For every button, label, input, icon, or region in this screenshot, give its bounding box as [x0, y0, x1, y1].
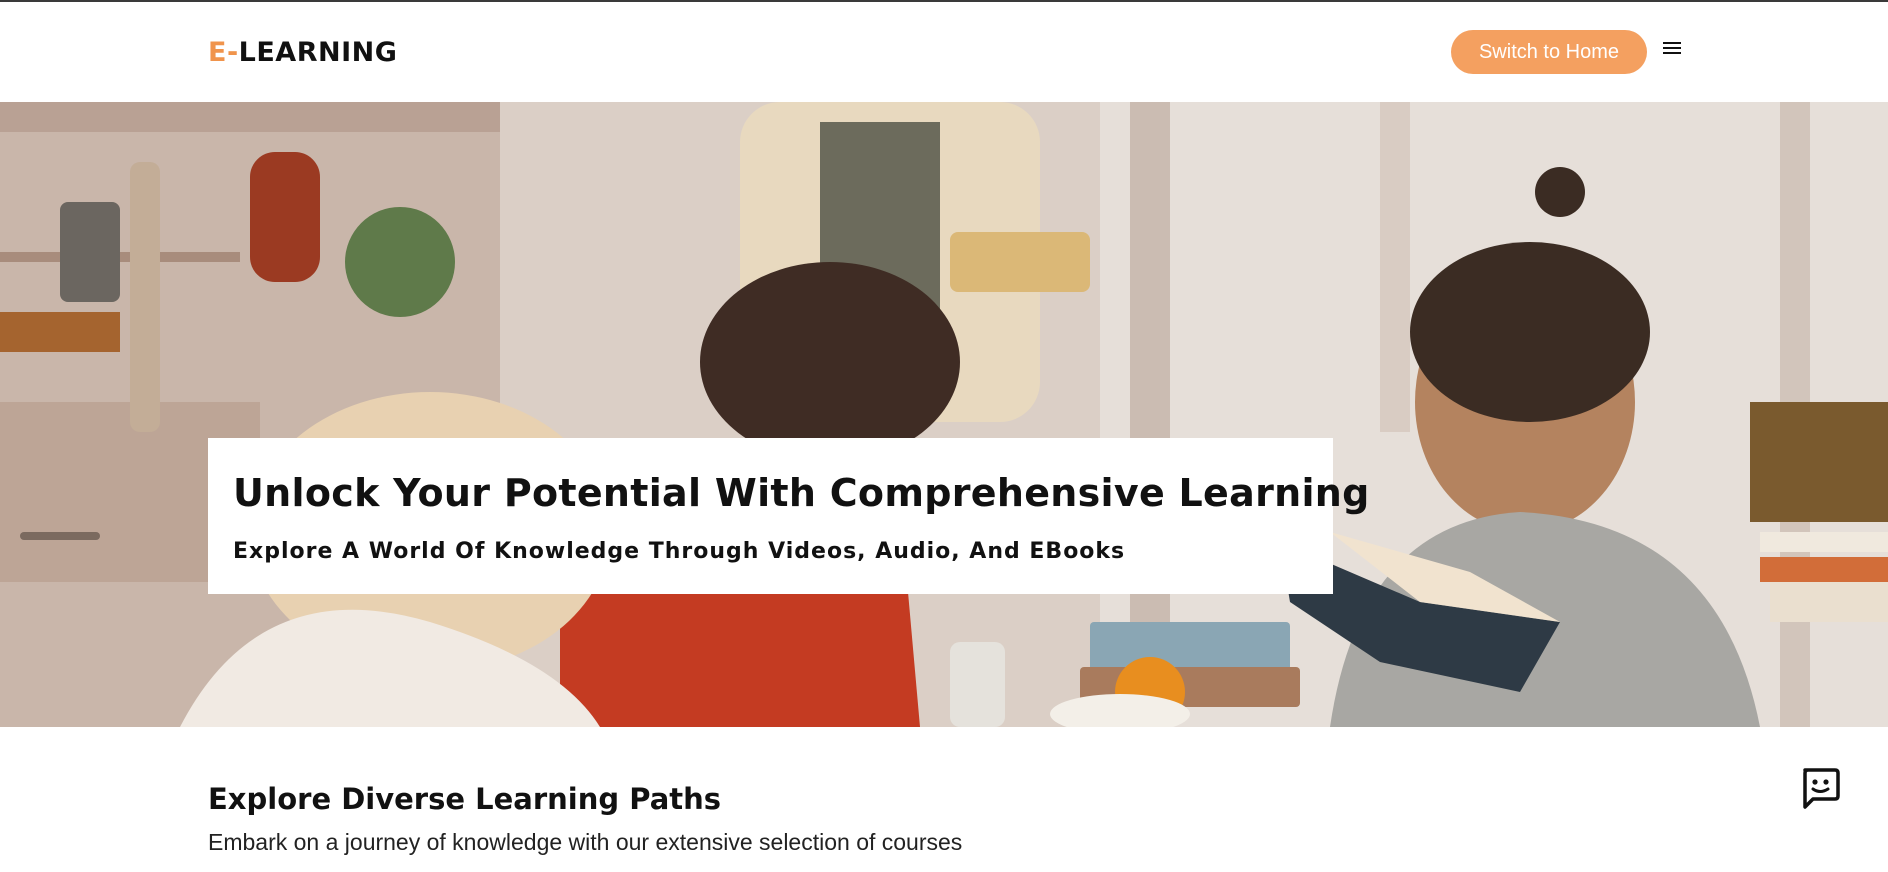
hamburger-menu-icon[interactable]: [1663, 42, 1681, 58]
section-title: Explore Diverse Learning Paths: [208, 782, 722, 816]
switch-to-home-button[interactable]: Switch to Home: [1451, 30, 1647, 74]
hero-card: Unlock Your Potential With Comprehensive…: [208, 438, 1369, 594]
section-subtitle: Embark on a journey of knowledge with ou…: [208, 829, 963, 855]
site-header: E-LEARNING Switch to Home: [0, 2, 1888, 102]
hero-banner: Unlock Your Potential With Comprehensive…: [0, 102, 1888, 727]
hero-subtitle: Explore A World Of Knowledge Through Vid…: [233, 539, 1126, 564]
logo-accent: E-: [208, 37, 239, 68]
chat-bubble-icon[interactable]: [1799, 767, 1841, 811]
logo-text: LEARNING: [238, 37, 398, 68]
hero-title: Unlock Your Potential With Comprehensive…: [233, 471, 1370, 515]
site-logo[interactable]: E-LEARNING: [208, 37, 397, 69]
hero-photo: [0, 102, 1888, 727]
